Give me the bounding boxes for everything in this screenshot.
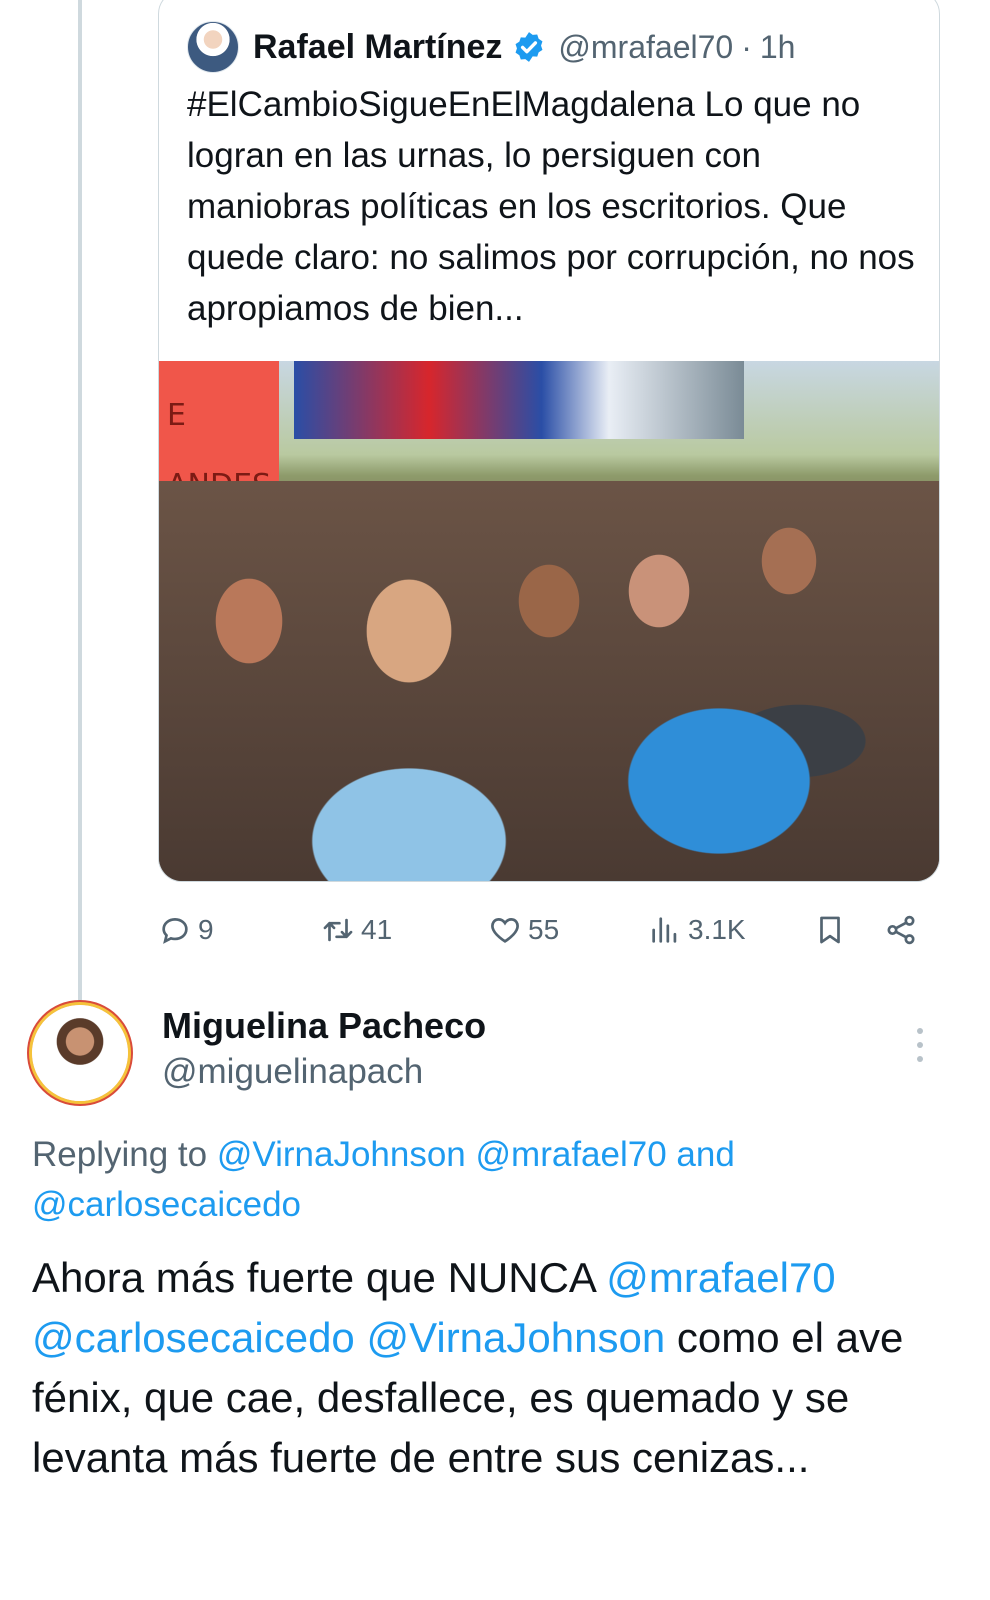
quoted-author-handle[interactable]: @mrafael70 <box>558 29 733 66</box>
views-icon <box>652 917 677 943</box>
quoted-tweet-text: #ElCambioSigueEnElMagdalena Lo que no lo… <box>187 85 915 328</box>
thread-connector-line <box>78 0 82 1000</box>
like-button[interactable]: 55 <box>488 905 559 955</box>
retweet-icon <box>323 918 353 942</box>
reply-mention-virnajohnson[interactable]: @VirnaJohnson <box>366 1314 665 1361</box>
quoted-author-avatar[interactable] <box>187 21 239 73</box>
replying-mention-virnajohnson[interactable]: @VirnaJohnson <box>217 1135 466 1174</box>
reply-author-avatar[interactable] <box>32 1005 128 1101</box>
replying-prefix: Replying to <box>32 1135 208 1174</box>
reply-icon <box>162 918 188 944</box>
reply-author-handle[interactable]: @miguelinapach <box>162 1052 423 1092</box>
verified-badge-icon <box>515 32 543 62</box>
bookmark-button[interactable] <box>813 905 853 955</box>
quoted-author-name[interactable]: Rafael Martínez <box>253 28 502 67</box>
reply-mention-mrafael70[interactable]: @mrafael70 <box>606 1254 835 1301</box>
replying-and[interactable]: and <box>676 1135 734 1174</box>
quoted-tweet-time[interactable]: 1h <box>760 29 796 66</box>
like-count: 55 <box>528 914 560 945</box>
share-icon <box>887 915 915 945</box>
replying-mention-carlosecaicedo[interactable]: @carlosecaicedo <box>32 1185 301 1224</box>
sign-text-top: E <box>167 398 186 433</box>
share-button[interactable] <box>884 905 924 955</box>
photo-crowd-selfie <box>159 481 939 881</box>
like-icon <box>491 918 519 943</box>
reply-text-part-1: Ahora más fuerte que NUNCA <box>32 1254 595 1301</box>
reply-mention-carlosecaicedo[interactable]: @carlosecaicedo <box>32 1314 355 1361</box>
quoted-tweet-card[interactable]: Rafael Martínez @mrafael70 · 1h #ElCambi… <box>158 0 940 882</box>
bookmark-icon <box>820 916 840 944</box>
time-separator: · <box>741 28 752 65</box>
photo-banner <box>294 361 744 439</box>
retweet-button[interactable]: 41 <box>321 905 392 955</box>
quoted-tweet-header: Rafael Martínez @mrafael70 · 1h <box>187 19 795 75</box>
reply-button[interactable]: 9 <box>158 905 214 955</box>
quoted-tweet-photo[interactable]: E ANDES <box>159 361 939 881</box>
views-count: 3.1K <box>688 914 746 945</box>
reply-count: 9 <box>198 914 214 945</box>
retweet-count: 41 <box>361 914 393 945</box>
replying-mention-mrafael70[interactable]: @mrafael70 <box>476 1135 667 1174</box>
reply-author-name[interactable]: Miguelina Pacheco <box>162 1005 486 1047</box>
replying-to-line: Replying to @VirnaJohnson @mrafael70 and… <box>32 1130 952 1230</box>
more-options-icon[interactable] <box>905 1025 935 1065</box>
tweet-action-bar: 9 41 55 3.1K <box>158 905 938 955</box>
reply-text: Ahora más fuerte que NUNCA @mrafael70 @c… <box>32 1248 962 1488</box>
views-button[interactable]: 3.1K <box>648 905 746 955</box>
